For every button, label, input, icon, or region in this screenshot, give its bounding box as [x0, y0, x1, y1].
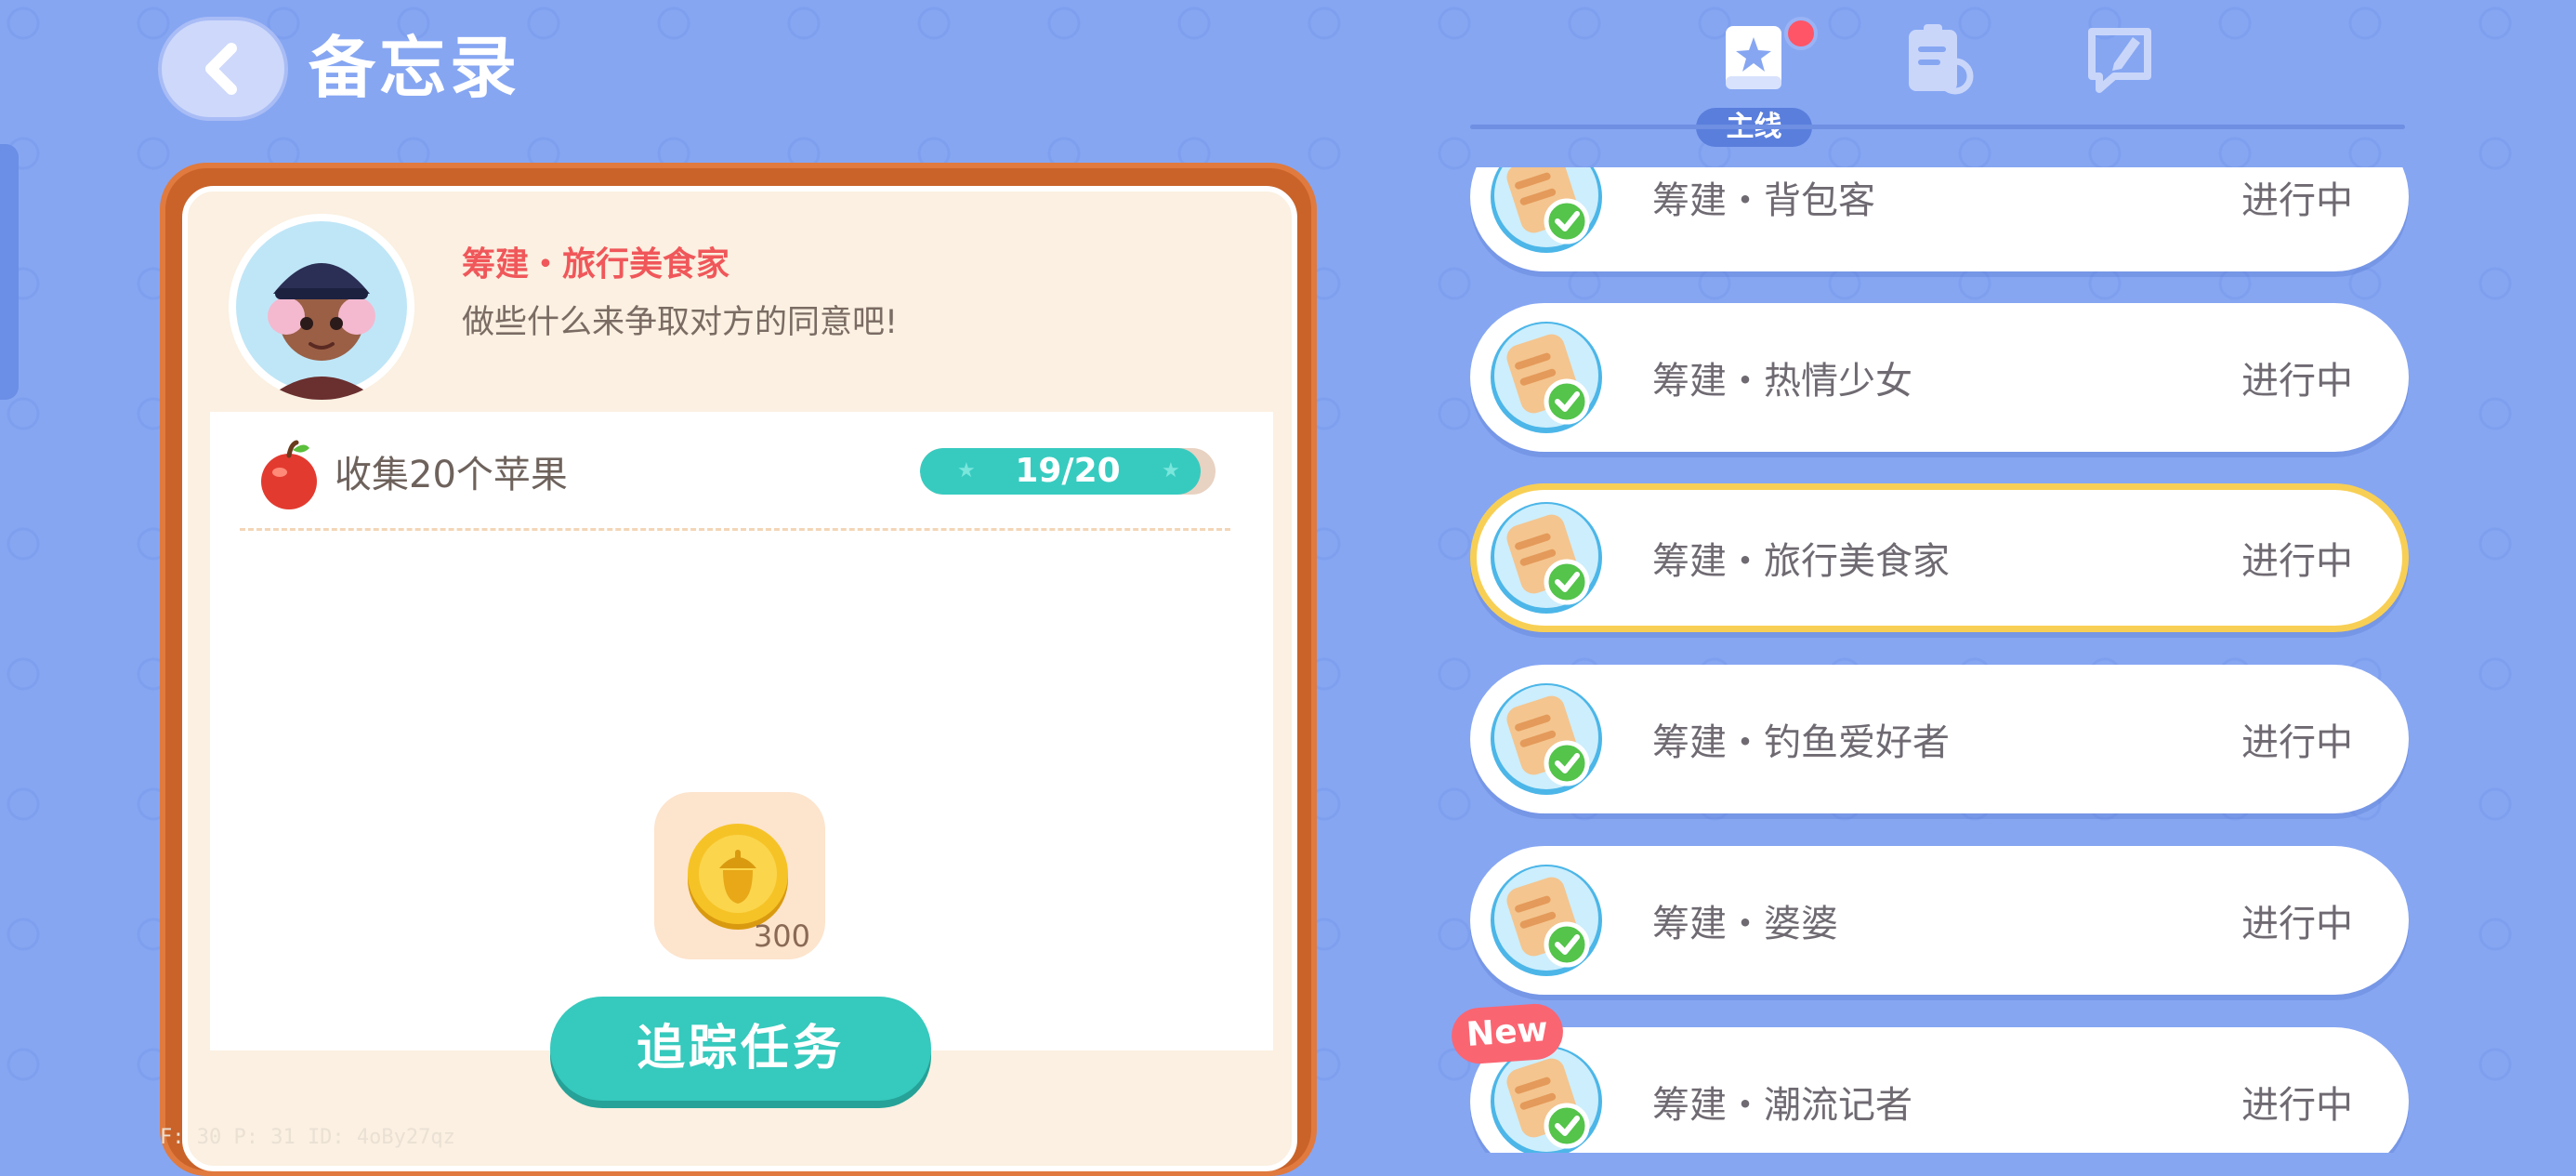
tab-notes[interactable] — [2079, 17, 2162, 100]
quest-description: 做些什么来争取对方的同意吧! — [462, 304, 899, 341]
tab-daily-tasks[interactable] — [1896, 17, 1979, 100]
quest-list-item-status: 进行中 — [2241, 903, 2353, 945]
quest-list-item[interactable]: 筹建・潮流记者 进行中 — [1470, 1027, 2409, 1153]
acorn-coin-icon — [688, 824, 788, 930]
quest-list-item-status: 进行中 — [2241, 721, 2353, 764]
apple-icon — [261, 440, 317, 509]
task-progress-bar: ★ ★ 19/20 — [920, 448, 1216, 495]
page-title: 备忘录 — [309, 29, 521, 107]
quest-list-item-name: 筹建・背包客 — [1652, 179, 1875, 222]
quest-list-item-name: 筹建・热情少女 — [1652, 360, 1912, 403]
quest-list-item-status: 进行中 — [2241, 360, 2353, 403]
quest-list-item-name: 筹建・钓鱼爱好者 — [1652, 721, 1950, 764]
quest-list[interactable]: 筹建・背包客 进行中 筹建・热情少女 进行中 筹建・旅行美食家 进行中 筹建・钓… — [1459, 167, 2425, 1153]
chevron-left-icon — [205, 43, 237, 95]
quest-list-item-name: 筹建・婆婆 — [1652, 903, 1838, 945]
reward-slot[interactable]: 300 — [654, 792, 825, 959]
quest-list-item-status: 进行中 — [2241, 179, 2353, 222]
task-progress-text: 19/20 — [1015, 452, 1121, 490]
npc-avatar — [229, 214, 414, 400]
quest-list-item-name: 筹建・潮流记者 — [1652, 1084, 1912, 1127]
quest-list-item-selected[interactable]: 筹建・旅行美食家 进行中 — [1470, 483, 2409, 632]
new-badge: New — [1450, 1001, 1565, 1066]
quest-scroll-icon — [1491, 865, 1602, 976]
track-quest-button[interactable]: 追踪任务 — [550, 997, 931, 1101]
debug-info: F: 30 P: 31 ID: 4oBy27qz — [160, 1126, 455, 1149]
quest-list-item[interactable]: 筹建・背包客 进行中 — [1470, 167, 2409, 271]
quest-scroll-icon — [1491, 167, 1602, 253]
quest-scroll-icon — [1491, 502, 1602, 614]
tab-underline — [1470, 125, 2405, 129]
quest-title: 筹建・旅行美食家 — [462, 245, 730, 284]
task-description: 收集20个苹果 — [335, 454, 568, 496]
quest-list-item-name: 筹建・旅行美食家 — [1652, 540, 1950, 583]
divider — [240, 528, 1230, 531]
notification-dot — [1784, 17, 1818, 50]
quest-list-item[interactable]: 筹建・钓鱼爱好者 进行中 — [1470, 665, 2409, 813]
side-pull-tab[interactable] — [0, 144, 19, 400]
quest-scroll-icon — [1491, 322, 1602, 433]
quest-list-item[interactable]: 筹建・热情少女 进行中 — [1470, 303, 2409, 452]
quest-list-item[interactable]: 筹建・婆婆 进行中 — [1470, 846, 2409, 995]
reward-count: 300 — [753, 918, 810, 954]
back-button[interactable] — [158, 17, 288, 121]
clipboard-refresh-icon — [1909, 24, 1974, 95]
chat-edit-icon — [2088, 28, 2151, 93]
quest-scroll-icon — [1491, 683, 1602, 795]
quest-list-item-status: 进行中 — [2241, 540, 2353, 583]
quest-list-item-status: 进行中 — [2241, 1084, 2353, 1127]
